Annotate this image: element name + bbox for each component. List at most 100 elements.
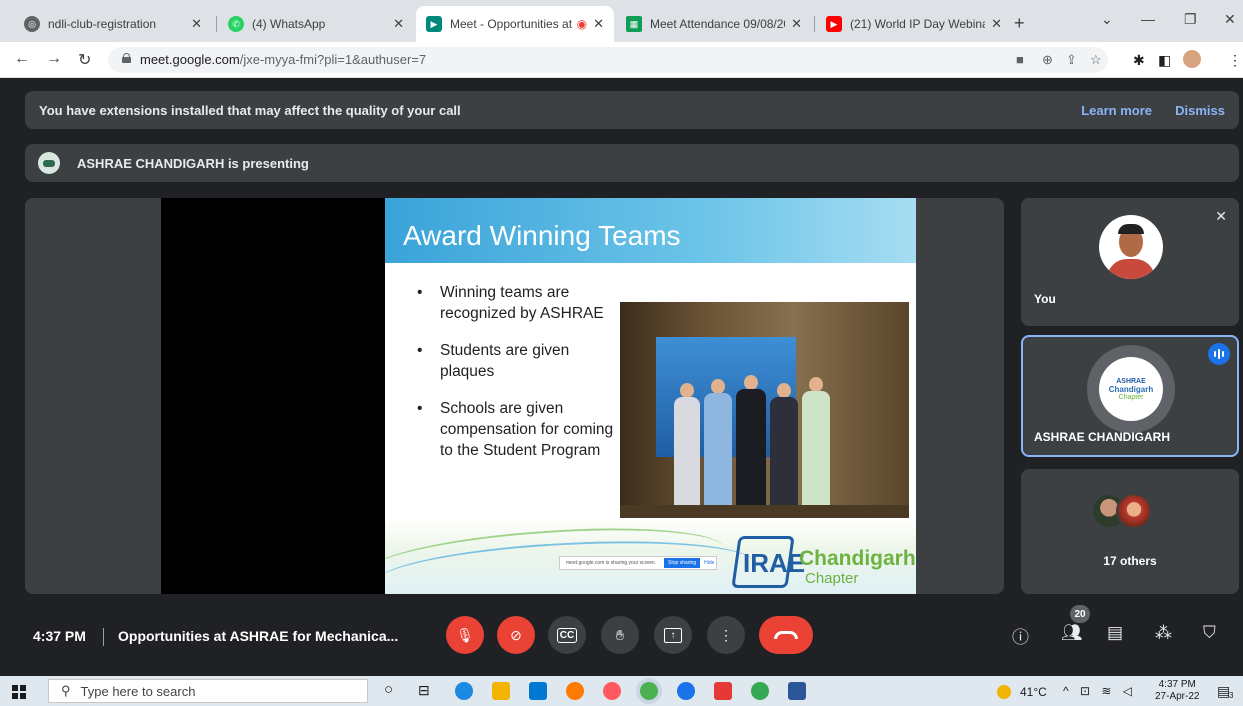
microphone-button[interactable]: 🎙︎ xyxy=(446,616,484,654)
activities-icon[interactable]: ⁂ xyxy=(1155,623,1172,643)
address-bar[interactable]: meet.google.com/jxe-myya-fmi?pli=1&authu… xyxy=(108,47,1108,73)
bookmark-star-icon[interactable]: ☆ xyxy=(1090,52,1102,68)
slide-bullets: Winning teams are recognized by ASHRAE S… xyxy=(417,282,617,477)
close-icon[interactable]: ✕ xyxy=(593,16,604,32)
learn-more-link[interactable]: Learn more xyxy=(1081,103,1152,118)
slide-title: Award Winning Teams xyxy=(403,220,681,251)
store-icon[interactable] xyxy=(529,682,547,700)
edge-icon[interactable] xyxy=(455,682,473,700)
chrome-profile-icon[interactable] xyxy=(751,682,769,700)
tab-divider xyxy=(216,16,217,32)
forward-icon[interactable]: → xyxy=(46,50,62,68)
close-icon[interactable]: ✕ xyxy=(191,16,202,32)
logo-text: IRAE xyxy=(743,548,806,578)
speaking-indicator-icon xyxy=(1208,343,1230,365)
close-icon[interactable]: ✕ xyxy=(393,16,404,32)
cortana-icon[interactable]: ○ xyxy=(384,681,393,698)
people-icon[interactable]: 👥︎ xyxy=(1061,623,1083,643)
sharing-notice-text: meet.google.com is sharing your screen. xyxy=(566,560,657,566)
extensions-icon[interactable]: ✱ xyxy=(1133,52,1145,69)
close-icon[interactable]: ✕ xyxy=(791,16,802,32)
system-tray-icons[interactable]: ^ ⊡ ≋ ◁ xyxy=(1063,684,1136,698)
browser-tab-bar: ◎ ndli-club-registration ✕ ✆ (4) WhatsAp… xyxy=(0,0,1243,42)
close-icon[interactable]: ✕ xyxy=(991,16,1002,32)
logo-chandigarh: Chandigarh xyxy=(799,547,916,570)
participant-tile-others[interactable]: 17 others xyxy=(1021,469,1239,594)
more-vert-icon: ⋮ xyxy=(719,626,733,643)
meeting-time: 4:37 PM xyxy=(33,628,86,644)
sharing-notice-bar: meet.google.com is sharing your screen. … xyxy=(559,556,717,570)
sheets-icon: ▦ xyxy=(626,16,642,32)
teamviewer-icon[interactable] xyxy=(677,682,695,700)
present-icon: ↑ xyxy=(664,627,682,643)
tab-ndli-club-registration[interactable]: ◎ ndli-club-registration ✕ xyxy=(14,6,212,42)
camera-button[interactable]: ⊘ xyxy=(497,616,535,654)
word-icon[interactable] xyxy=(788,682,806,700)
back-icon[interactable]: ← xyxy=(14,50,30,68)
captions-button[interactable]: CC xyxy=(548,616,586,654)
participant-tile-you[interactable]: ✕ You xyxy=(1021,198,1239,326)
share-icon[interactable]: ⇪ xyxy=(1066,52,1077,68)
notification-count: 3 xyxy=(1229,691,1234,700)
screen-share-frame: Award Winning Teams Winning teams are re… xyxy=(161,198,916,594)
meeting-title: Opportunities at ASHRAE for Mechanica... xyxy=(118,628,399,644)
side-panel-icon[interactable]: ◧ xyxy=(1158,52,1171,69)
zoom-icon[interactable]: ⊕ xyxy=(1042,52,1053,68)
whatsapp-icon: ✆ xyxy=(228,16,244,32)
host-controls-icon[interactable]: ⛉ xyxy=(1203,623,1216,643)
firefox-icon[interactable] xyxy=(566,682,584,700)
info-icon[interactable]: ⓘ xyxy=(1012,623,1029,648)
mic-off-icon: 🎙︎ xyxy=(456,626,474,643)
team-photo xyxy=(620,302,909,521)
tab-world-ip-day[interactable]: ▶ (21) World IP Day Webinar: I ✕ xyxy=(816,6,1012,42)
tab-meet-attendance[interactable]: ▦ Meet Attendance 09/08/202 ✕ xyxy=(616,6,812,42)
chrome-icon[interactable] xyxy=(640,682,658,700)
slide: Award Winning Teams Winning teams are re… xyxy=(385,198,916,594)
restore-icon[interactable]: ❐ xyxy=(1184,11,1197,28)
lock-icon[interactable] xyxy=(122,53,131,63)
close-window-icon[interactable]: ✕ xyxy=(1224,11,1236,28)
taskbar-search[interactable]: ⚲ Type here to search xyxy=(48,679,368,703)
presenting-banner: ASHRAE CHANDIGARH is presenting xyxy=(25,144,1239,182)
extensions-banner: You have extensions installed that may a… xyxy=(25,91,1239,129)
clock-time: 4:37 PM xyxy=(1158,679,1196,690)
url-host: meet.google.com xyxy=(140,52,240,67)
logo-chapter: Chapter xyxy=(805,570,859,587)
presentation-stage[interactable]: Award Winning Teams Winning teams are re… xyxy=(25,198,1004,594)
browser-toolbar: ← → ↻ meet.google.com/jxe-myya-fmi?pli=1… xyxy=(0,42,1243,78)
present-button[interactable]: ↑ xyxy=(654,616,692,654)
others-count: 17 others xyxy=(1103,554,1157,568)
tab-whatsapp[interactable]: ✆ (4) WhatsApp ✕ xyxy=(218,6,414,42)
reload-icon[interactable]: ↻ xyxy=(78,50,91,70)
camera-icon[interactable]: ■ xyxy=(1016,52,1024,67)
leave-call-button[interactable] xyxy=(759,616,813,654)
weather-icon[interactable] xyxy=(997,685,1011,699)
chat-icon[interactable]: ▤ xyxy=(1107,623,1123,643)
participant-tile-ashrae[interactable]: ASHRAE Chandigarh Chapter ASHRAE CHANDIG… xyxy=(1021,335,1239,457)
tab-title: (4) WhatsApp xyxy=(252,17,326,31)
tab-meet[interactable]: ▶ Meet - Opportunities at ◉ ✕ xyxy=(416,6,614,42)
more-options-button[interactable]: ⋮ xyxy=(707,616,745,654)
globe-icon: ◎ xyxy=(24,16,40,32)
tab-title: (21) World IP Day Webinar: I xyxy=(850,17,985,31)
tab-search-icon[interactable]: ⌄ xyxy=(1101,11,1113,28)
extensions-message: You have extensions installed that may a… xyxy=(39,102,461,118)
avatar: ASHRAE Chandigarh Chapter xyxy=(1087,345,1175,433)
file-explorer-icon[interactable] xyxy=(492,682,510,700)
taskbar-clock[interactable]: 4:37 PM 27-Apr-22 xyxy=(1155,679,1199,703)
minimize-icon[interactable]: — xyxy=(1141,11,1155,27)
profile-avatar[interactable] xyxy=(1183,50,1201,68)
tab-title: Meet Attendance 09/08/202 xyxy=(650,17,786,31)
start-button[interactable] xyxy=(12,685,26,699)
task-view-icon[interactable]: ⊟ xyxy=(418,682,430,699)
raise-hand-button[interactable]: ✋︎ xyxy=(601,616,639,654)
menu-icon[interactable]: ⋮ xyxy=(1228,52,1242,69)
app-icon[interactable] xyxy=(603,682,621,700)
new-tab-button[interactable]: + xyxy=(1014,13,1025,34)
dismiss-button[interactable]: Dismiss xyxy=(1175,103,1225,118)
slide-bullet: Schools are given compensation for comin… xyxy=(417,398,617,461)
anydesk-icon[interactable] xyxy=(714,682,732,700)
search-placeholder: Type here to search xyxy=(80,683,196,699)
tab-divider xyxy=(814,16,815,32)
temperature: 41°C xyxy=(1020,685,1047,699)
